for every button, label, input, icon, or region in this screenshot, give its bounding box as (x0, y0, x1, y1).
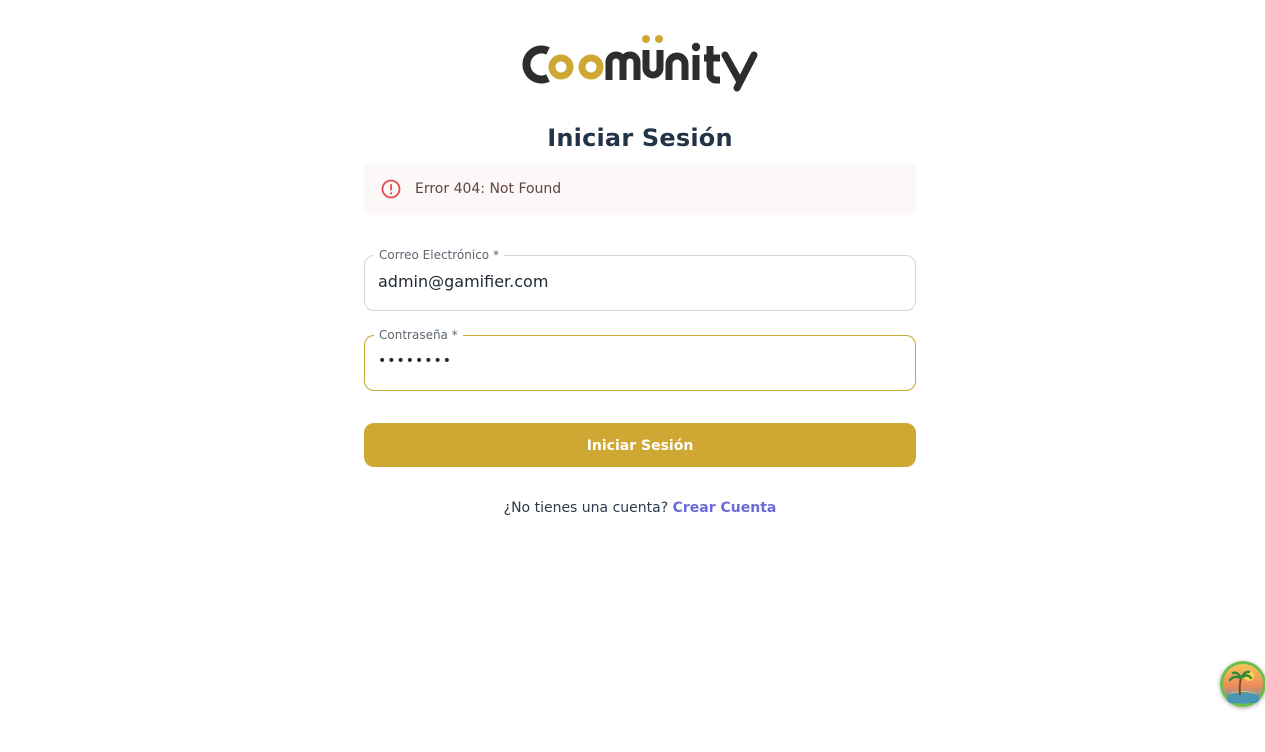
signup-prompt-text: ¿No tienes una cuenta? (503, 500, 669, 516)
email-field[interactable]: Correo Electrónico * admin@gamifier.com (364, 247, 916, 311)
email-input[interactable]: admin@gamifier.com (378, 272, 898, 291)
email-label: Correo Electrónico * (374, 247, 504, 263)
error-circle-icon (380, 178, 402, 200)
create-account-link[interactable]: Crear Cuenta (673, 500, 777, 516)
login-button[interactable]: Iniciar Sesión (364, 423, 916, 467)
error-alert: Error 404: Not Found (364, 163, 916, 215)
password-input[interactable]: •••••••• (378, 353, 898, 369)
error-message: Error 404: Not Found (415, 181, 562, 197)
beach-island-icon (1220, 661, 1265, 707)
signup-prompt: ¿No tienes una cuenta? Crear Cuenta (0, 500, 1265, 516)
floating-assistant-button[interactable] (1220, 661, 1265, 707)
brand-logo (518, 30, 762, 94)
page-title: Iniciar Sesión (547, 124, 733, 152)
password-field[interactable]: Contraseña * •••••••• (364, 327, 916, 391)
password-label: Contraseña * (374, 327, 463, 343)
